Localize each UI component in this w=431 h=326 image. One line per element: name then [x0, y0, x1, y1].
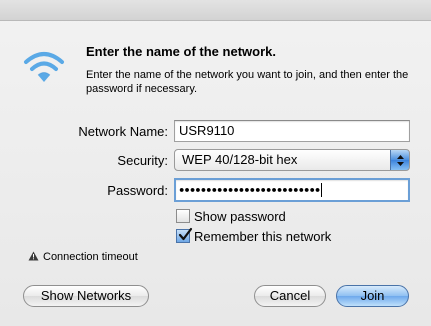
chevron-up-down-icon [390, 150, 409, 170]
cancel-button[interactable]: Cancel [254, 285, 326, 307]
security-popup[interactable]: WEP 40/128-bit hex [174, 149, 410, 171]
remember-network-label[interactable]: Remember this network [194, 229, 331, 244]
text-caret [321, 182, 323, 197]
password-mask: ●●●●●●●●●●●●●●●●●●●●●●●●●● [179, 184, 321, 195]
dialog-heading: Enter the name of the network. [86, 44, 276, 59]
window-titlebar[interactable] [0, 0, 431, 21]
security-popup-value: WEP 40/128-bit hex [182, 152, 298, 167]
join-button[interactable]: Join [336, 285, 409, 307]
network-name-field[interactable]: USR9110 [174, 120, 410, 142]
remember-network-row[interactable]: Remember this network [176, 227, 331, 244]
checkmark-icon [178, 227, 193, 241]
show-password-label[interactable]: Show password [194, 209, 286, 224]
connection-status: Connection timeout [28, 251, 138, 264]
show-password-row[interactable]: Show password [176, 209, 286, 224]
password-field[interactable]: ●●●●●●●●●●●●●●●●●●●●●●●●●● [174, 178, 410, 202]
remember-network-checkbox[interactable] [176, 227, 193, 243]
join-network-dialog: Enter the name of the network. Enter the… [0, 0, 431, 326]
warning-icon [28, 251, 39, 264]
network-name-label: Network Name: [78, 124, 168, 139]
security-label: Security: [117, 153, 168, 168]
show-networks-button[interactable]: Show Networks [23, 285, 149, 307]
dialog-description: Enter the name of the network you want t… [86, 69, 409, 95]
wifi-icon [22, 50, 66, 88]
warning-text: Connection timeout [43, 251, 138, 263]
show-password-checkbox[interactable] [176, 209, 190, 223]
password-label: Password: [107, 183, 168, 198]
